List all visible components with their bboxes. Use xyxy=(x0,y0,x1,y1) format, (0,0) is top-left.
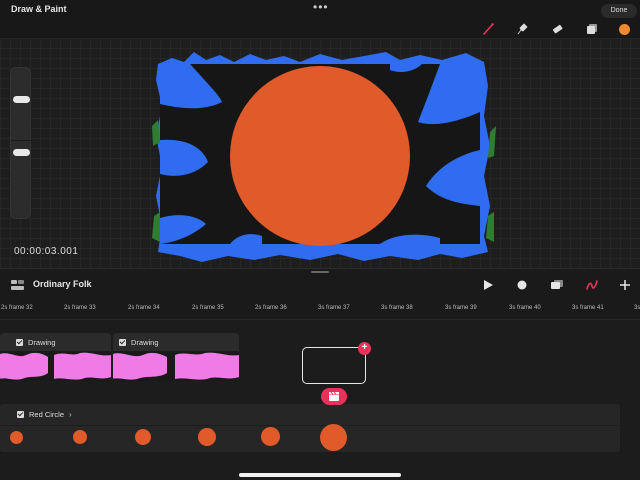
layers-icon[interactable] xyxy=(585,22,599,36)
home-indicator[interactable] xyxy=(239,473,401,477)
brush-opacity-slider[interactable] xyxy=(13,149,30,156)
new-frame-slot[interactable] xyxy=(302,347,366,384)
project-icon[interactable] xyxy=(11,280,24,290)
panel-resize-handle[interactable] xyxy=(311,271,329,273)
ruler-label: 3s frame 39 xyxy=(445,305,477,311)
brush-settings-icon[interactable] xyxy=(585,278,599,292)
record-icon[interactable] xyxy=(515,278,529,292)
clip-thumbnails xyxy=(0,351,111,381)
ruler-label: 2s frame 32 xyxy=(1,305,33,311)
ruler-label: 3s frame 41 xyxy=(572,305,604,311)
eraser-icon[interactable] xyxy=(550,22,564,36)
drawing-clip[interactable]: Drawing xyxy=(113,333,239,381)
done-button[interactable]: Done xyxy=(601,4,637,18)
timecode: 00:00:03.001 xyxy=(14,246,79,257)
brush-icon[interactable] xyxy=(481,22,495,36)
clip-thumbnails xyxy=(113,351,239,381)
frame-thumbnail[interactable] xyxy=(320,424,347,451)
ruler-label: 2s frame 35 xyxy=(192,305,224,311)
top-bar: Draw & Paint ••• Done xyxy=(0,0,640,38)
track-divider xyxy=(0,425,620,426)
chevron-right-icon[interactable]: › xyxy=(69,410,72,419)
ruler-label: 3s frame 38 xyxy=(381,305,413,311)
ruler-label: 2s frame 36 xyxy=(255,305,287,311)
frame-thumbnail[interactable] xyxy=(261,427,280,446)
play-icon[interactable] xyxy=(481,278,495,292)
brush-size-slider[interactable] xyxy=(13,96,30,103)
clip-visibility-checkbox[interactable] xyxy=(16,338,23,346)
ruler-label: 3s frame 37 xyxy=(318,305,350,311)
frame-thumbnail[interactable] xyxy=(135,429,151,445)
group-visibility-checkbox[interactable] xyxy=(17,411,24,418)
ruler-label: 2s frame 34 xyxy=(128,305,160,311)
clip-visibility-checkbox[interactable] xyxy=(119,338,126,346)
onion-skin-icon[interactable] xyxy=(550,278,564,292)
group-label[interactable]: Red Circle xyxy=(29,410,64,419)
drawing-clip[interactable]: Drawing xyxy=(0,333,111,381)
frame-thumbnail[interactable] xyxy=(198,428,216,446)
clapperboard-icon xyxy=(329,392,339,401)
ruler-label: 3s frame 40 xyxy=(509,305,541,311)
add-frame-button[interactable]: + xyxy=(358,342,371,355)
ruler-label: 3s xyxy=(634,305,640,311)
group-track[interactable]: Red Circle › xyxy=(0,404,620,452)
more-menu-icon[interactable]: ••• xyxy=(313,0,329,14)
slider-divider xyxy=(11,140,32,141)
frame-ruler[interactable]: 2s frame 32 2s frame 33 2s frame 34 2s f… xyxy=(0,298,640,320)
artwork-canvas[interactable] xyxy=(150,46,496,266)
clip-label: Drawing xyxy=(28,337,56,347)
color-picker-swatch[interactable] xyxy=(619,24,630,35)
add-icon[interactable] xyxy=(618,278,632,292)
frame-thumbnail[interactable] xyxy=(73,430,87,444)
project-name[interactable]: Ordinary Folk xyxy=(33,279,92,289)
brush-slider-panel xyxy=(10,67,32,219)
frame-thumbnail[interactable] xyxy=(10,431,23,444)
ruler-label: 2s frame 33 xyxy=(64,305,96,311)
clip-label: Drawing xyxy=(131,337,159,347)
smudge-icon[interactable] xyxy=(515,22,529,36)
scene-button[interactable] xyxy=(321,388,347,405)
app-title: Draw & Paint xyxy=(11,4,67,14)
